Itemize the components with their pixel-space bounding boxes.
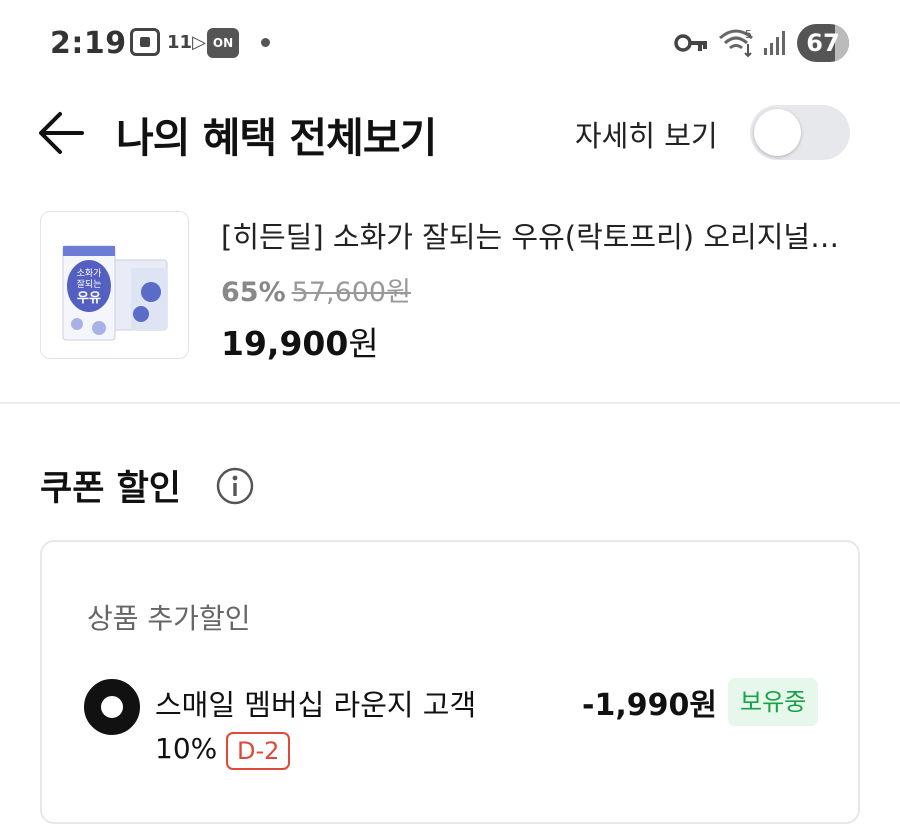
discount-rate: 65%	[221, 277, 286, 308]
coupon-name: 스매일 멤버십 라운지 고객	[155, 688, 477, 722]
svg-text:소화가: 소화가	[77, 268, 102, 279]
final-price-number: 19,900	[221, 324, 349, 363]
svg-text:잘되는: 잘되는	[77, 278, 102, 290]
price-discount-row: 65% 57,600원	[221, 270, 411, 309]
detail-toggle-label: 자세히 보기	[575, 119, 718, 153]
milk-carton-image: 소화가 잘되는 우유	[62, 245, 168, 341]
coupon-section-title: 쿠폰 할인	[40, 469, 181, 509]
page-title: 나의 혜택 전체보기	[116, 114, 437, 162]
final-price: 19,900원	[221, 317, 379, 365]
battery-icon: 67	[797, 24, 849, 62]
owned-badge: 보유중	[728, 678, 819, 726]
coupon-radio-selected[interactable]	[84, 679, 140, 735]
vpn-key-icon	[674, 34, 707, 52]
signal-icon	[764, 31, 785, 55]
status-bar: 2:19 11▷ ON 5 67	[0, 0, 900, 88]
coupon-card: 상품 추가할인 스매일 멤버십 라운지 고객 10% D-2 -1,990원 보…	[40, 540, 860, 824]
dday-badge: D-2	[226, 732, 291, 770]
svg-text:우유: 우유	[77, 291, 101, 306]
product-thumbnail[interactable]: 소화가 잘되는 우유	[40, 211, 189, 359]
status-time: 2:19	[50, 26, 127, 61]
on-badge-icon: ON	[207, 28, 239, 58]
coupon-rate: 10%	[155, 732, 218, 765]
detail-toggle[interactable]	[750, 105, 850, 160]
wifi-icon: 5	[719, 28, 753, 58]
coupon-amount: -1,990원	[582, 688, 717, 723]
eleven-street-icon: 11▷	[167, 32, 206, 53]
product-name[interactable]: [히든딜] 소화가 잘되는 우유(락토프리) 오리지널 190ml 24팩	[221, 214, 841, 256]
notification-dot-icon	[261, 38, 270, 47]
toggle-knob	[754, 109, 801, 156]
info-circle-icon[interactable]	[215, 466, 255, 506]
coupon-card-subtitle: 상품 추가할인	[87, 602, 251, 635]
original-price: 57,600원	[291, 277, 411, 308]
final-price-unit: 원	[348, 324, 379, 363]
arrow-left-icon[interactable]	[36, 110, 86, 156]
svg-text:5: 5	[745, 28, 752, 41]
screen-record-icon	[130, 28, 160, 56]
section-divider	[0, 402, 900, 404]
